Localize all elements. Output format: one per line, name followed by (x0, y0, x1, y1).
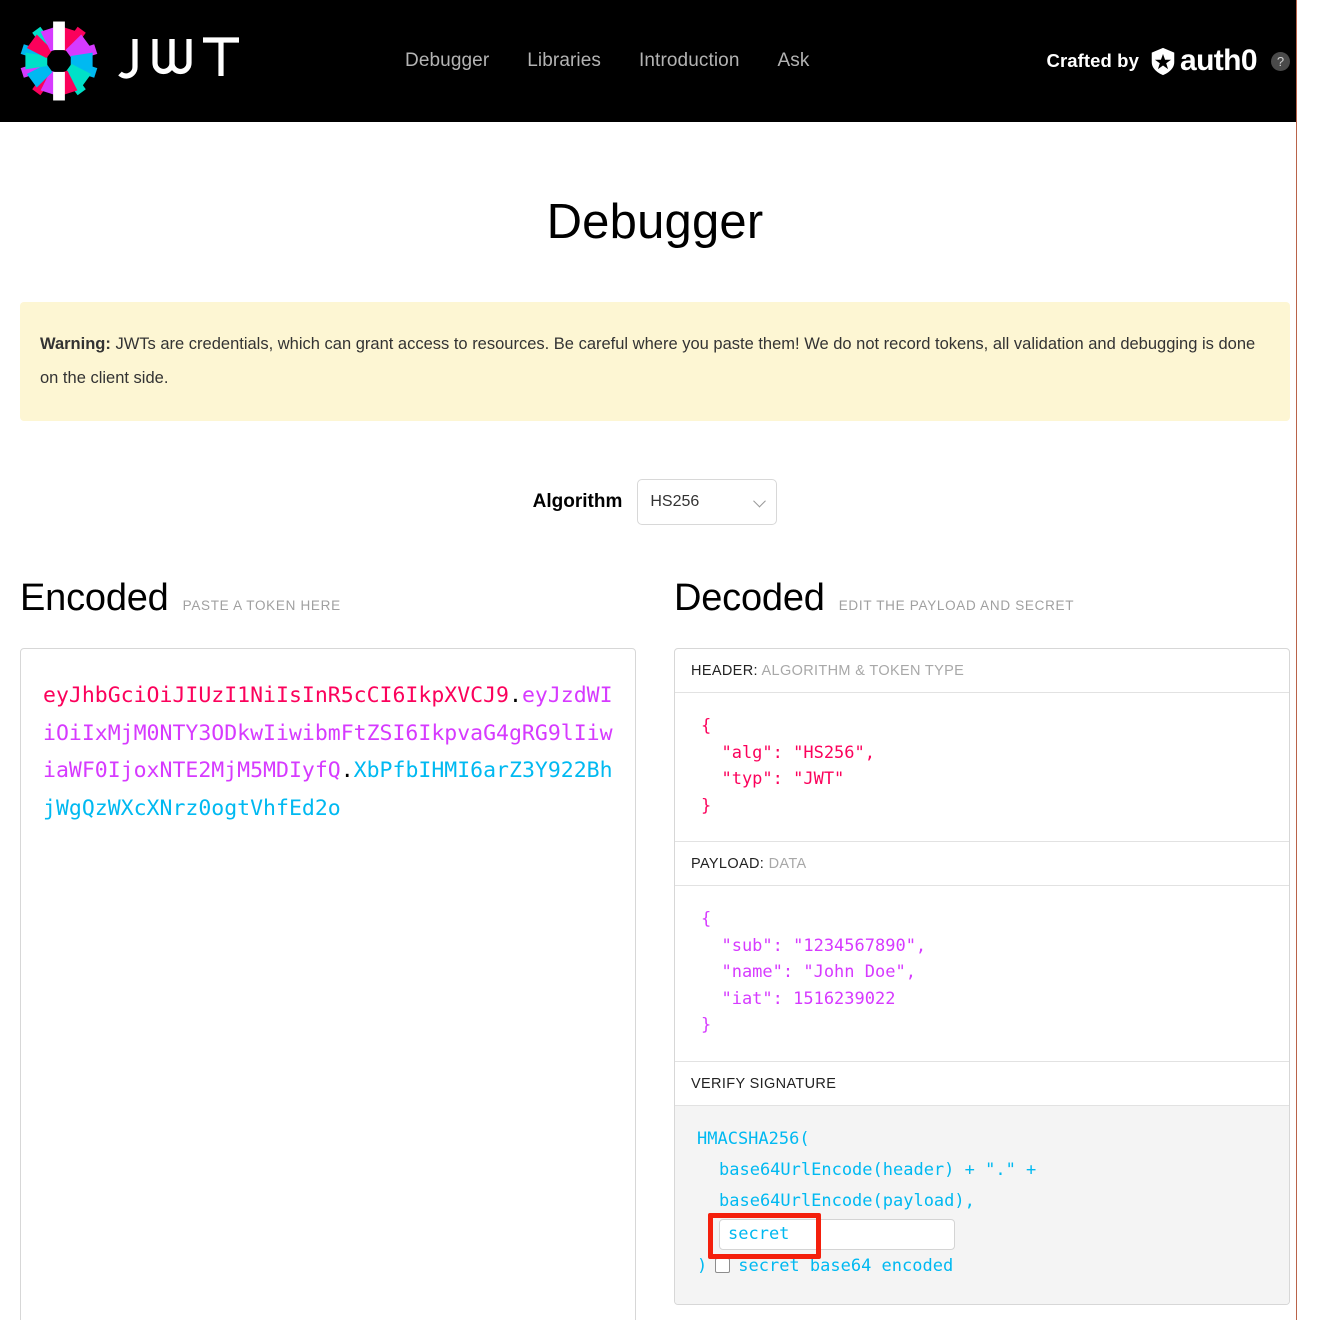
header-panel-body[interactable]: { "alg": "HS256", "typ": "JWT" } (675, 693, 1289, 841)
signature-line-payload: base64UrlEncode(payload), (719, 1190, 975, 1211)
decoded-heading-row: Decoded EDIT THE PAYLOAD AND SECRET (674, 577, 1290, 620)
payload-panel-subtitle: DATA (768, 856, 807, 872)
algorithm-row: Algorithm HS256 (0, 479, 1310, 525)
base64-encoded-label[interactable]: secret base64 encoded (738, 1256, 953, 1276)
crafted-by-auth0[interactable]: Crafted by auth0 ? (1046, 46, 1290, 76)
encoded-column: Encoded PASTE A TOKEN HERE eyJhbGciOiJIU… (20, 577, 636, 1320)
decoded-heading: Decoded (674, 577, 825, 619)
signature-panel-body: HMACSHA256( base64UrlEncode(header) + ".… (675, 1105, 1289, 1304)
payload-json-code: { "sub": "1234567890", "name": "John Doe… (701, 909, 927, 1035)
encoded-token-input[interactable]: eyJhbGciOiJIUzI1NiIsInR5cCI6IkpXVCJ9.eyJ… (20, 648, 636, 1320)
signature-panel-title: VERIFY SIGNATURE (691, 1075, 837, 1092)
brand-wordmark-icon (117, 33, 257, 89)
header-json-code: { "alg": "HS256", "typ": "JWT" } (701, 716, 875, 816)
jwt-debugger-page: Debugger Libraries Introduction Ask Craf… (0, 0, 1310, 1320)
signature-panel-title-bar: VERIFY SIGNATURE (675, 1060, 1289, 1106)
crafted-by-label: Crafted by (1046, 50, 1139, 71)
decoded-panels: HEADER: ALGORITHM & TOKEN TYPE { "alg": … (674, 648, 1290, 1305)
encoded-heading: Encoded (20, 577, 169, 619)
algorithm-label: Algorithm (532, 491, 623, 512)
header-panel-title: HEADER: (691, 663, 758, 679)
page-title: Debugger (546, 195, 764, 249)
token-header-segment: eyJhbGciOiJIUzI1NiIsInR5cCI6IkpXVCJ9 (43, 683, 509, 708)
header-panel-subtitle: ALGORITHM & TOKEN TYPE (761, 663, 965, 679)
top-navigation-bar: Debugger Libraries Introduction Ask Craf… (0, 0, 1310, 122)
signature-closing-paren: ) (697, 1255, 708, 1276)
algorithm-selected-value: HS256 (650, 493, 700, 510)
jwt-burst-logo-icon (17, 19, 101, 103)
signature-line-hmac: HMACSHA256( (697, 1128, 810, 1149)
warning-text: JWTs are credentials, which can grant ac… (40, 335, 1256, 387)
base64-encoded-checkbox[interactable] (715, 1258, 731, 1273)
payload-panel-title-bar: PAYLOAD: DATA (675, 841, 1289, 886)
warning-prefix: Warning: (40, 335, 111, 353)
header-panel-title-bar: HEADER: ALGORITHM & TOKEN TYPE (675, 649, 1289, 693)
question-mark-icon[interactable]: ? (1271, 51, 1290, 71)
token-separator-2: . (340, 758, 354, 783)
auth0-logo[interactable]: auth0 (1148, 44, 1258, 77)
encoded-subheading: PASTE A TOKEN HERE (182, 598, 341, 613)
decoded-subheading: EDIT THE PAYLOAD AND SECRET (838, 598, 1075, 613)
viewport-right-edge (1296, 0, 1310, 1320)
chevron-down-icon (753, 494, 767, 508)
secret-input[interactable] (719, 1218, 955, 1250)
nav-link-debugger[interactable]: Debugger (405, 50, 489, 72)
debugger-columns: Encoded PASTE A TOKEN HERE eyJhbGciOiJIU… (0, 577, 1310, 1320)
token-separator-1: . (509, 683, 522, 708)
payload-panel-title: PAYLOAD: (691, 856, 765, 872)
decoded-column: Decoded EDIT THE PAYLOAD AND SECRET HEAD… (674, 577, 1290, 1305)
nav-link-introduction[interactable]: Introduction (639, 50, 740, 72)
nav-link-libraries[interactable]: Libraries (527, 50, 601, 72)
algorithm-select[interactable]: HS256 (637, 479, 778, 525)
nav-links: Debugger Libraries Introduction Ask (405, 50, 810, 72)
auth0-shield-icon (1151, 47, 1175, 76)
nav-link-ask[interactable]: Ask (778, 50, 810, 72)
jwt-token-text: eyJhbGciOiJIUzI1NiIsInR5cCI6IkpXVCJ9.eyJ… (43, 677, 613, 827)
warning-banner: Warning: JWTs are credentials, which can… (20, 302, 1290, 421)
payload-panel-body[interactable]: { "sub": "1234567890", "name": "John Doe… (675, 886, 1289, 1061)
secret-input-row (697, 1212, 1267, 1259)
brand-home-link[interactable] (17, 19, 257, 103)
encoded-heading-row: Encoded PASTE A TOKEN HERE (20, 577, 636, 620)
signature-closing-row: ) secret base64 encoded (697, 1256, 1267, 1276)
auth0-wordmark: auth0 (1179, 44, 1258, 77)
signature-line-header: base64UrlEncode(header) + "." + (719, 1159, 1037, 1180)
